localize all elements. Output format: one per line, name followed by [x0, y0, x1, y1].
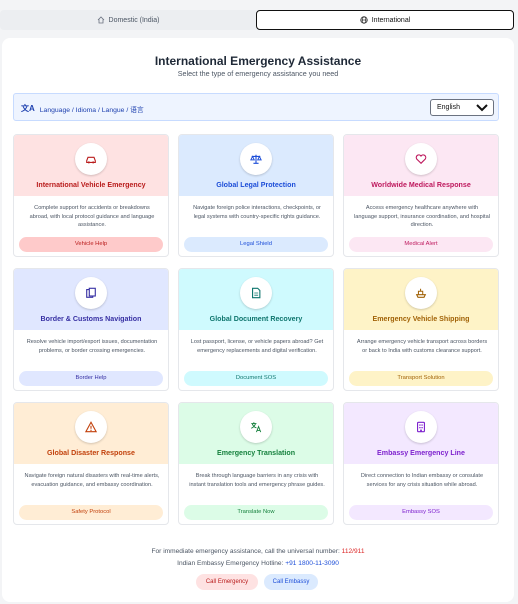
page-title: International Emergency Assistance — [154, 54, 362, 68]
card-title: Embassy Emergency Line — [377, 449, 465, 457]
card-action-button[interactable]: Border Help — [19, 371, 163, 386]
chevron-down-icon — [476, 104, 488, 112]
heart-icon — [415, 154, 427, 165]
car-icon — [86, 156, 96, 164]
card-action-button[interactable]: Vehicle Help — [19, 237, 163, 252]
card-header: Embassy Emergency Line — [344, 403, 498, 464]
card-title: Global Document Recovery — [209, 315, 303, 323]
assistance-card[interactable]: Embassy Emergency Line Direct connection … — [343, 402, 499, 525]
page-subtitle: Select the type of emergency assistance … — [177, 69, 339, 78]
language-selected: English — [437, 104, 460, 111]
card-action-button[interactable]: Embassy SOS — [349, 505, 493, 520]
ship-icon — [415, 288, 427, 298]
card-title: International Vehicle Emergency — [36, 181, 146, 189]
assistance-card[interactable]: International Vehicle Emergency Complete … — [13, 134, 169, 257]
card-title: Global Disaster Response — [47, 449, 135, 457]
main-panel: International Emergency Assistance Selec… — [2, 38, 514, 602]
embassy-hotline-note: Indian Embassy Emergency Hotline: +91 18… — [2, 560, 514, 567]
emergency-number-note: For immediate emergency assistance, call… — [2, 548, 514, 555]
call-embassy-button[interactable]: Call Embassy — [264, 574, 318, 590]
card-title: Global Legal Protection — [216, 181, 296, 189]
card-action-button[interactable]: Transport Solution — [349, 371, 493, 386]
tab-international[interactable]: International — [256, 10, 514, 30]
card-title: Emergency Vehicle Shipping — [372, 315, 470, 323]
card-icon-circle — [240, 411, 272, 443]
card-header: Emergency Translation — [179, 403, 333, 464]
card-header: Emergency Vehicle Shipping — [344, 269, 498, 330]
embassy-hotline-number: +91 1800-11-3090 — [285, 560, 339, 567]
card-header: Border & Customs Navigation — [14, 269, 168, 330]
card-icon-circle — [405, 277, 437, 309]
globe-icon — [360, 16, 368, 24]
card-description: Access emergency healthcare anywhere wit… — [354, 205, 490, 228]
assistance-card[interactable]: Border & Customs Navigation Resolve vehic… — [13, 268, 169, 391]
assistance-card[interactable]: Global Legal Protection Navigate foreign … — [178, 134, 334, 257]
building-icon — [417, 421, 425, 433]
card-icon-circle — [240, 277, 272, 309]
assistance-card[interactable]: Global Disaster Response Navigate foreign… — [13, 402, 169, 525]
card-action-button[interactable]: Safety Protocol — [19, 505, 163, 520]
card-description: Arrange emergency vehicle transport acro… — [356, 339, 488, 354]
assistance-card[interactable]: Global Document Recovery Lost passport, l… — [178, 268, 334, 391]
call-emergency-button[interactable]: Call Emergency — [196, 574, 258, 590]
file-icon — [252, 287, 261, 299]
card-description: Break through language barriers in any c… — [189, 473, 325, 488]
assistance-card[interactable]: Emergency Translation Break through langu… — [178, 402, 334, 525]
card-icon-circle — [405, 143, 437, 175]
card-action-button[interactable]: Document SOS — [184, 371, 328, 386]
home-icon — [97, 16, 104, 24]
card-description: Resolve vehicle import/export issues, do… — [26, 339, 158, 354]
language-label-wrap: 文A Language / Idioma / Langue / 语言 — [21, 103, 144, 114]
card-action-button[interactable]: Legal Shield — [184, 237, 328, 252]
language-label: Language / Idioma / Langue / 语言 — [39, 106, 144, 114]
warning-icon — [85, 421, 97, 433]
card-icon-circle — [75, 411, 107, 443]
embassy-note-text: Indian Embassy Emergency Hotline: — [177, 560, 286, 567]
emergency-note-text: For immediate emergency assistance, call… — [151, 548, 342, 555]
card-action-button[interactable]: Translate Now — [184, 505, 328, 520]
assistance-card[interactable]: Worldwide Medical Response Access emergen… — [343, 134, 499, 257]
card-header: International Vehicle Emergency — [14, 135, 168, 196]
emergency-number: 112/911 — [341, 548, 365, 555]
assistance-tabs: Domestic (India) International — [0, 10, 514, 30]
card-header: Global Disaster Response — [14, 403, 168, 464]
card-description: Navigate foreign natural disasters with … — [24, 473, 160, 488]
card-title: Border & Customs Navigation — [40, 315, 142, 323]
card-header: Global Legal Protection — [179, 135, 333, 196]
tab-domestic-label: Domestic (India) — [108, 16, 160, 24]
tab-domestic[interactable]: Domestic (India) — [0, 10, 256, 30]
documents-icon — [86, 287, 96, 298]
card-description: Navigate foreign police interactions, ch… — [193, 205, 321, 220]
card-title: Emergency Translation — [216, 449, 296, 457]
language-select[interactable]: English — [430, 99, 494, 116]
card-description: Complete support for accidents or breakd… — [29, 205, 155, 228]
card-icon-circle — [405, 411, 437, 443]
card-icon-circle — [240, 143, 272, 175]
card-header: Global Document Recovery — [179, 269, 333, 330]
card-description: Lost passport, license, or vehicle paper… — [190, 339, 324, 354]
card-icon-circle — [75, 277, 107, 309]
language-bar: 文A Language / Idioma / Langue / 语言 Engli… — [13, 93, 499, 121]
assistance-card[interactable]: Emergency Vehicle Shipping Arrange emerge… — [343, 268, 499, 391]
card-title: Worldwide Medical Response — [371, 181, 471, 189]
card-action-button[interactable]: Medical Alert — [349, 237, 493, 252]
translate-icon: 文A — [21, 104, 35, 113]
card-header: Worldwide Medical Response — [344, 135, 498, 196]
card-icon-circle — [75, 143, 107, 175]
card-description: Direct connection to Indian embassy or c… — [360, 473, 484, 488]
translate-icon — [251, 422, 262, 433]
tab-international-label: International — [371, 16, 411, 24]
scale-icon — [250, 154, 262, 164]
